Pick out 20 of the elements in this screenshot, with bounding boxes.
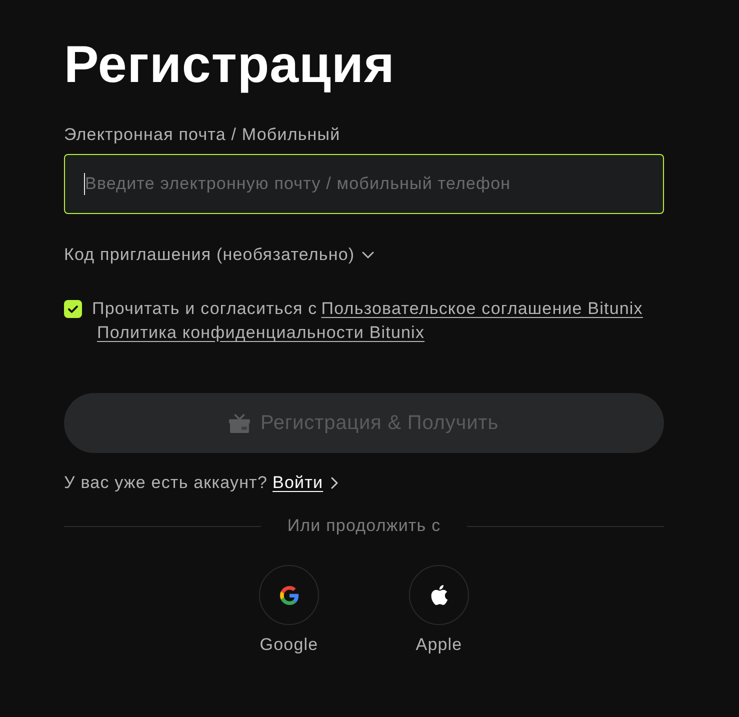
page-title: Регистрация (64, 35, 395, 95)
social-login-label[interactable]: Apple (416, 635, 462, 655)
text-cursor-icon (84, 173, 85, 195)
apple-login-button[interactable] (409, 565, 469, 625)
login-link[interactable]: Войти (272, 473, 324, 493)
agreement-text: Прочитать и согласиться с (92, 299, 318, 318)
email-input-field[interactable]: Введите электронную почту / мобильный телефон (64, 154, 664, 214)
agreement-checkbox[interactable] (64, 300, 82, 318)
gift-icon (229, 414, 250, 432)
apple-icon (430, 585, 448, 605)
invite-code-toggle[interactable]: Код приглашения (необязательно) (64, 245, 375, 265)
terms-link[interactable]: Пользовательское соглашение Bitunix (321, 299, 643, 318)
field-label: Электронная почта / Мобильный (64, 125, 340, 145)
google-g-icon (280, 586, 298, 604)
login-prompt-text: У вас уже есть аккаунт? (64, 473, 268, 493)
divider-text: Или продолжить с (287, 516, 441, 536)
chevron-right-icon[interactable] (330, 477, 340, 489)
social-login-label[interactable]: Google (260, 635, 318, 655)
google-login-button[interactable] (259, 565, 319, 625)
privacy-link[interactable]: Политика конфиденциальности Bitunix (97, 321, 425, 345)
